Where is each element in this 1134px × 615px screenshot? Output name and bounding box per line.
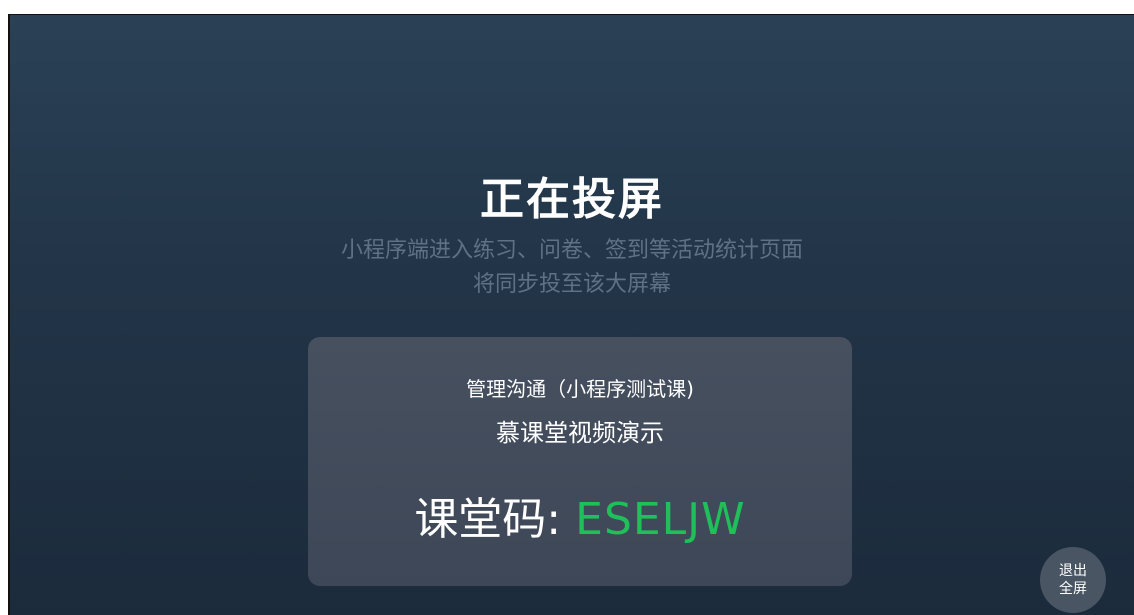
- exit-fullscreen-label-line1: 退出: [1059, 563, 1087, 579]
- projection-screen: 正在投屏 小程序端进入练习、问卷、签到等活动统计页面 将同步投至该大屏幕 管理沟…: [8, 14, 1134, 615]
- subtitle-line-1: 小程序端进入练习、问卷、签到等活动统计页面: [340, 238, 803, 263]
- class-code-value: ESELJW: [575, 494, 746, 545]
- exit-fullscreen-button[interactable]: 退出 全屏: [1040, 547, 1106, 613]
- course-name: 管理沟通（小程序测试课): [466, 377, 694, 401]
- subtitle-line-2: 将同步投至该大屏幕: [472, 272, 671, 297]
- course-card: 管理沟通（小程序测试课) 慕课堂视频演示 课堂码: ESELJW: [308, 337, 852, 586]
- page-title: 正在投屏: [480, 174, 664, 225]
- video-name: 慕课堂视频演示: [496, 419, 664, 447]
- class-code-line: 课堂码: ESELJW: [308, 483, 852, 547]
- exit-fullscreen-label-line2: 全屏: [1059, 581, 1087, 597]
- class-code-label: 课堂码:: [414, 494, 562, 545]
